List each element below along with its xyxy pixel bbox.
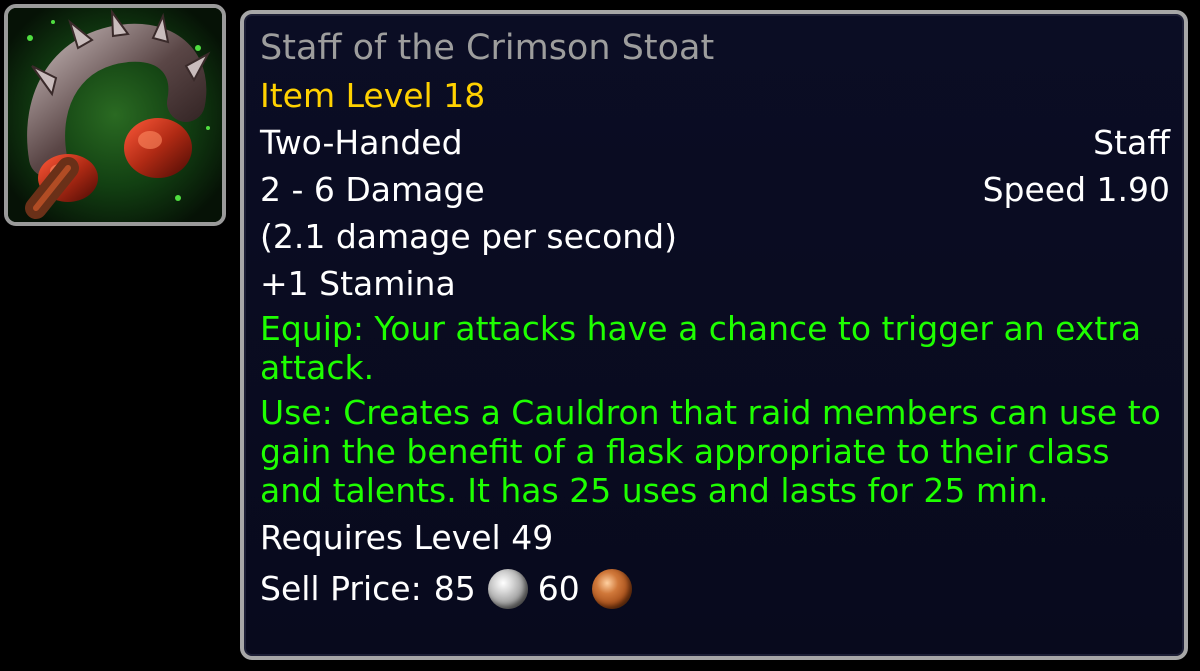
item-name: Staff of the Crimson Stoat [260,28,715,68]
copper-amount: 60 [537,569,580,608]
handedness-label: Two-Handed [260,123,463,162]
slot-row: Two-Handed Staff [260,119,1170,166]
item-tooltip: Staff of the Crimson Stoat Item Level 18… [240,10,1188,660]
item-level: Item Level 18 [260,76,486,115]
silver-amount: 85 [433,569,476,608]
damage-row: 2 - 6 Damage Speed 1.90 [260,166,1170,213]
sell-price-label: Sell Price: [260,569,422,608]
copper-coin-icon [591,568,632,609]
sell-price: Sell Price: 85 60 [260,565,1170,612]
weapon-speed: Speed 1.90 [982,170,1170,209]
item-icon-frame[interactable] [4,4,226,226]
weapon-type-label: Staff [1093,123,1170,162]
use-effect: Use: Creates a Cauldron that raid member… [260,393,1161,510]
damage-range: 2 - 6 Damage [260,170,485,209]
silver-coin-icon [487,568,528,609]
tooltip-content: Staff of the Crimson Stoat Item Level 18… [260,24,1170,612]
equip-effect: Equip: Your attacks have a chance to tri… [260,309,1142,387]
stat-stamina: +1 Stamina [260,264,456,303]
staff-icon [8,8,222,222]
level-requirement: Requires Level 49 [260,518,554,557]
dps-value: (2.1 damage per second) [260,217,677,256]
